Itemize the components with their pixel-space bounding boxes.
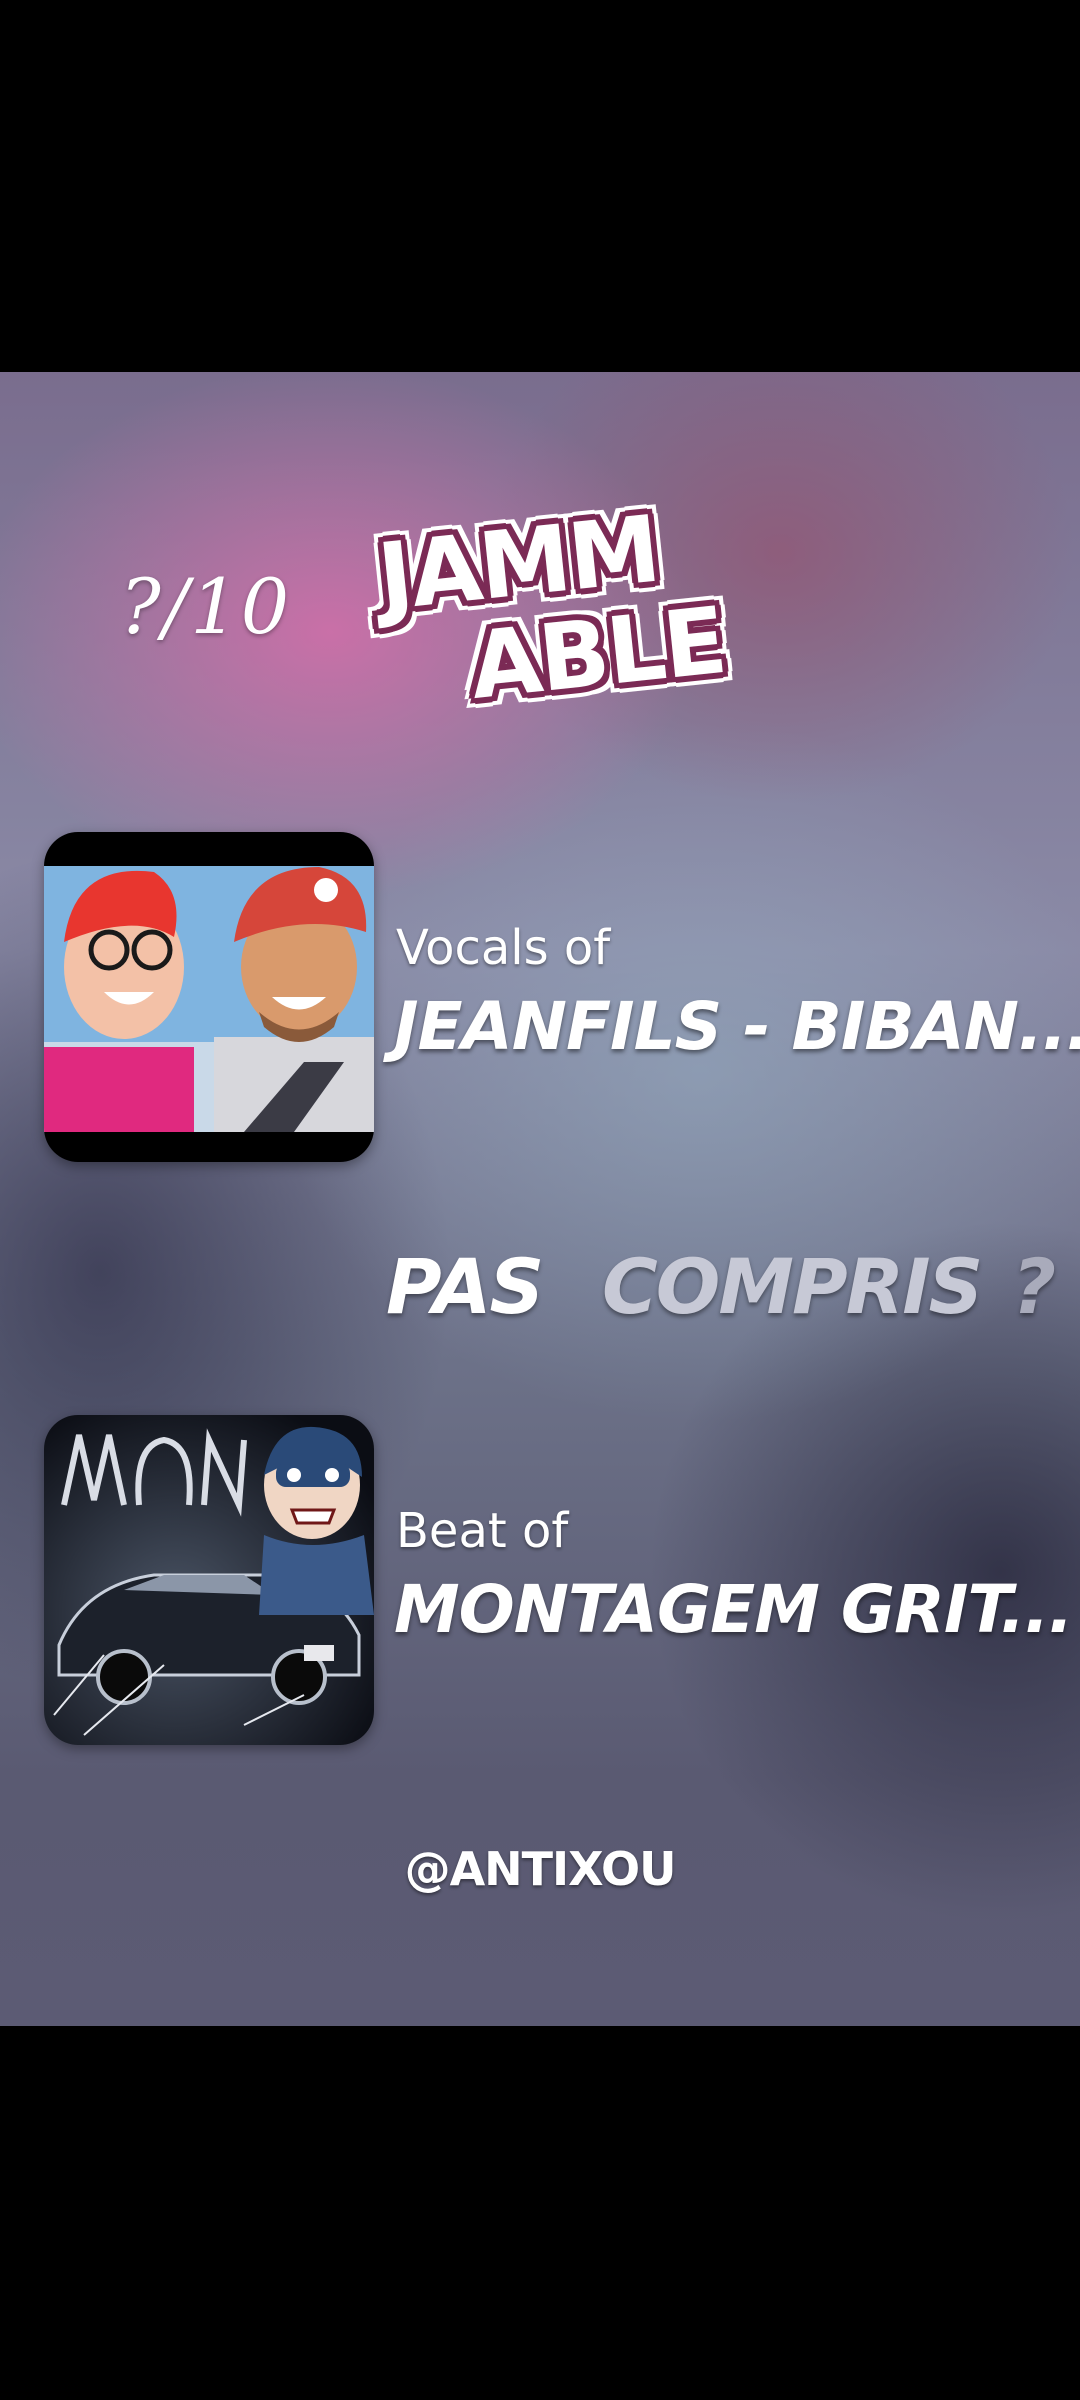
video-frame[interactable]: ?/10 JAMM ABLE Vocals of JEANFILS - BIBA… (0, 372, 1080, 2026)
vocals-cover-art-image (44, 832, 374, 1162)
vocals-album-cover (44, 832, 374, 1162)
beat-album-cover (44, 1415, 374, 1745)
creator-handle: @ANTIXOU (404, 1842, 677, 1896)
verdict-question-mark: ? (1012, 1242, 1056, 1331)
score-text: ?/10 (120, 562, 292, 651)
verdict-word-pas: PAS (386, 1242, 544, 1331)
beat-label: Beat of (396, 1503, 569, 1559)
vocals-track-card: Vocals of JEANFILS - BIBAN... (44, 832, 1080, 1162)
jammable-logo: JAMM ABLE (360, 490, 730, 720)
letterbox-bottom (0, 2026, 1080, 2400)
vocals-song-title: JEANFILS - BIBAN... (394, 988, 1080, 1065)
beat-cover-art-image (44, 1415, 374, 1745)
logo-line-2: ABLE (465, 586, 730, 721)
beat-track-card: Beat of MONTAGEM GRIT... (44, 1415, 1073, 1745)
verdict-row: PAS COMPRIS ? (0, 1242, 1080, 1342)
letterbox-top (0, 0, 1080, 372)
vocals-label: Vocals of (396, 920, 611, 976)
verdict-word-compris: COMPRIS (602, 1242, 983, 1331)
beat-song-title: MONTAGEM GRIT... (394, 1571, 1073, 1648)
